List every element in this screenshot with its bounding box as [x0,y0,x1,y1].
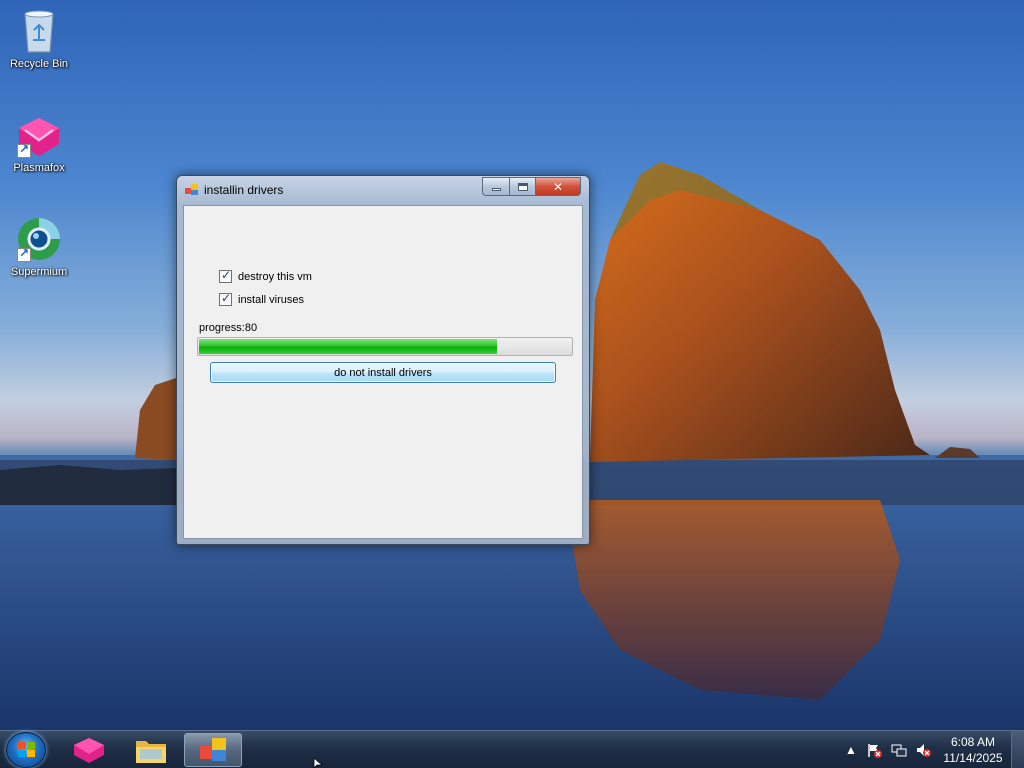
progress-bar [197,337,573,356]
maximize-icon [517,182,528,191]
plasmafox-icon [74,738,104,763]
installer-window[interactable]: installin drivers ✕ destroy this vm inst… [176,175,590,545]
checkbox-install-viruses[interactable]: install viruses [219,291,305,306]
show-desktop-button[interactable] [1011,731,1024,768]
close-icon: ✕ [552,179,564,194]
minimize-icon [491,188,501,191]
checkbox-label: destroy this vm [238,270,312,283]
desktop-icon-label: Recycle Bin [9,58,69,70]
progress-bar-fill [199,339,497,354]
app-window-icon [185,184,199,196]
window-client-area: destroy this vm install viruses progress… [183,205,583,539]
progress-label: progress:80 [199,322,258,334]
supermium-icon [15,216,63,262]
app-window-icon [200,738,226,761]
desktop-icon-supermium[interactable]: Supermium [1,216,77,279]
desktop-icon-recycle-bin[interactable]: Recycle Bin [1,8,77,71]
recycle-bin-icon [24,10,54,53]
taskbar-button-plasmafox[interactable] [60,733,118,767]
folder-icon [136,741,166,763]
checkbox-label: install viruses [238,293,305,306]
clock-time: 6:08 AM [950,735,996,749]
volume-muted-icon[interactable] [915,742,931,758]
clock-date: 11/14/2025 [943,751,1003,765]
desktop-icon-label: Supermium [10,266,68,278]
minimize-button[interactable] [482,177,509,196]
do-not-install-drivers-button[interactable]: do not install drivers [210,362,556,383]
window-titlebar[interactable]: installin drivers ✕ [177,176,589,204]
checkbox-destroy-vm[interactable]: destroy this vm [219,268,312,283]
taskbar-button-file-explorer[interactable] [122,733,180,767]
shortcut-arrow-icon [17,142,31,158]
window-title: installin drivers [204,183,284,197]
taskbar: ▲ 6:08 AM 11/14/2025 [0,730,1024,768]
show-hidden-icons-arrow[interactable]: ▲ [843,742,859,758]
mouse-cursor-icon [313,758,323,768]
network-icon[interactable] [891,742,907,758]
taskbar-clock[interactable]: 6:08 AM 11/14/2025 [938,734,1008,766]
windows-logo-icon [18,742,36,759]
action-center-flag-icon[interactable] [866,742,882,758]
maximize-button[interactable] [509,177,535,196]
start-button[interactable] [6,732,46,768]
plasmafox-icon [15,114,63,158]
checkbox-checked-icon[interactable] [219,268,232,283]
shortcut-arrow-icon [17,246,31,262]
close-button[interactable]: ✕ [535,177,581,196]
desktop-icon-label: Plasmafox [13,162,65,174]
taskbar-button-installer-app[interactable] [184,733,242,767]
checkbox-checked-icon[interactable] [219,291,232,306]
desktop-icon-plasmafox[interactable]: Plasmafox [1,114,77,175]
